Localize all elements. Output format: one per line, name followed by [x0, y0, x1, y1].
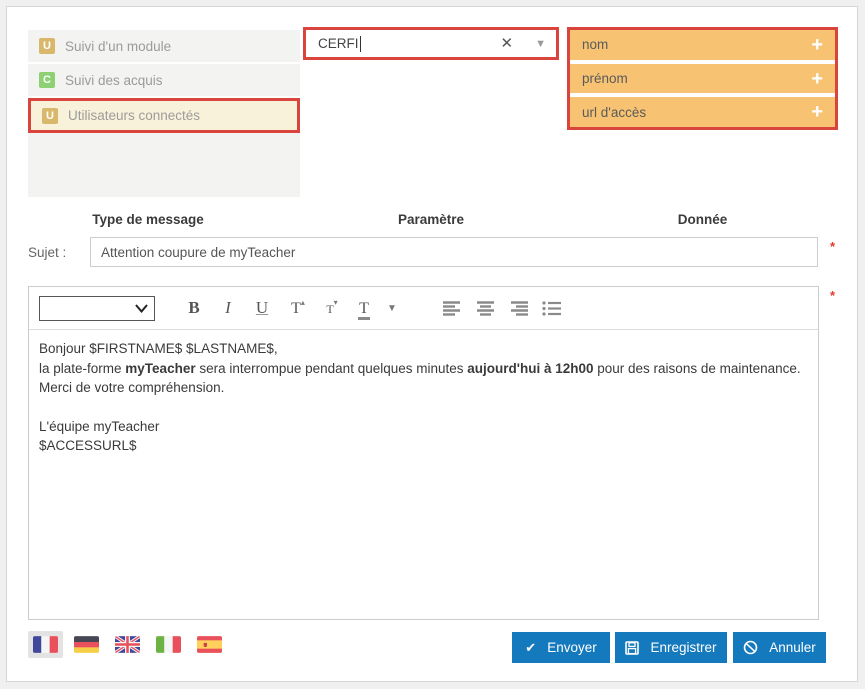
data-field-url-acces[interactable]: url d'accès + — [570, 97, 835, 127]
language-selector — [28, 631, 233, 658]
message-editor: B I U T▴ T▾ T ▼ Bonjour $FIRSTNAME$ $LAS — [28, 286, 819, 620]
bullet-list-icon[interactable] — [542, 301, 561, 316]
font-select[interactable] — [39, 296, 155, 321]
type-item-label: Suivi des acquis — [65, 73, 163, 88]
message-line: la plate-forme myTeacher sera interrompu… — [39, 359, 808, 379]
cancel-icon — [743, 640, 758, 655]
data-field-label: url d'accès — [582, 105, 646, 120]
message-line: Merci de votre compréhension. — [39, 378, 808, 398]
clear-icon[interactable]: ✕ — [501, 36, 514, 51]
message-type-list: U Suivi d'un module C Suivi des acquis U… — [28, 30, 300, 197]
text-color-dropdown-icon[interactable]: ▼ — [387, 303, 397, 314]
acquis-badge-icon: C — [39, 72, 55, 88]
language-french[interactable] — [28, 631, 63, 658]
subject-input[interactable] — [90, 237, 818, 267]
bold-button[interactable]: B — [181, 298, 207, 318]
german-flag-icon — [74, 636, 99, 653]
subscript-mark-icon: ▾ — [334, 298, 338, 307]
add-icon[interactable]: + — [811, 69, 823, 89]
language-spanish[interactable] — [192, 631, 227, 658]
text-caret — [360, 36, 361, 52]
french-flag-icon — [33, 636, 58, 653]
column-header-parameter: Paramètre — [303, 212, 559, 227]
spanish-flag-icon — [197, 636, 222, 653]
chevron-down-icon — [135, 304, 148, 313]
align-right-icon[interactable] — [509, 301, 528, 316]
send-button[interactable]: ✔ Envoyer — [512, 632, 610, 663]
check-icon: ✔ — [525, 640, 536, 656]
users-badge-icon: U — [42, 108, 58, 124]
editor-toolbar: B I U T▴ T▾ T ▼ — [29, 287, 818, 330]
superscript-button[interactable]: T▴ — [283, 298, 309, 318]
message-editor-screen: U Suivi d'un module C Suivi des acquis U… — [0, 0, 865, 689]
align-center-icon[interactable] — [476, 301, 495, 316]
message-line: Bonjour $FIRSTNAME$ $LASTNAME$, — [39, 339, 808, 359]
language-italian[interactable] — [151, 631, 186, 658]
data-field-label: nom — [582, 37, 608, 52]
cancel-button[interactable]: Annuler — [733, 632, 826, 663]
column-header-type: Type de message — [28, 212, 268, 227]
cancel-button-label: Annuler — [769, 640, 816, 655]
underline-button[interactable]: U — [249, 298, 275, 318]
type-item-label: Suivi d'un module — [65, 39, 171, 54]
italic-button[interactable]: I — [215, 298, 241, 318]
language-english[interactable] — [110, 631, 145, 658]
column-header-data: Donnée — [567, 212, 838, 227]
text-color-button[interactable]: T — [351, 298, 377, 318]
module-badge-icon: U — [39, 38, 55, 54]
save-button-label: Enregistrer — [650, 640, 716, 655]
combobox-value[interactable]: CERFI — [318, 36, 359, 51]
save-button[interactable]: Enregistrer — [615, 632, 727, 663]
message-line: L'équipe myTeacher — [39, 417, 808, 437]
send-button-label: Envoyer — [547, 640, 597, 655]
italian-flag-icon — [156, 636, 181, 653]
type-item-label: Utilisateurs connectés — [68, 108, 200, 123]
chevron-down-icon[interactable]: ▼ — [535, 38, 546, 50]
message-blank-line — [39, 398, 808, 417]
british-flag-icon — [115, 636, 140, 653]
message-body[interactable]: Bonjour $FIRSTNAME$ $LASTNAME$, la plate… — [29, 330, 818, 465]
subject-label: Sujet : — [28, 245, 66, 260]
superscript-mark-icon: ▴ — [301, 298, 305, 307]
required-asterisk: * — [830, 239, 835, 254]
message-line: $ACCESSURL$ — [39, 436, 808, 456]
type-item-suivi-module[interactable]: U Suivi d'un module — [28, 30, 300, 64]
data-field-list: nom + prénom + url d'accès + — [567, 27, 838, 130]
align-left-icon[interactable] — [443, 301, 462, 316]
add-icon[interactable]: + — [811, 35, 823, 55]
type-item-suivi-acquis[interactable]: C Suivi des acquis — [28, 64, 300, 98]
data-field-prenom[interactable]: prénom + — [570, 64, 835, 94]
required-asterisk: * — [830, 288, 835, 303]
language-german[interactable] — [69, 631, 104, 658]
parameter-combobox[interactable]: CERFI ✕ ▼ — [303, 27, 559, 60]
data-field-nom[interactable]: nom + — [570, 30, 835, 60]
add-icon[interactable]: + — [811, 102, 823, 122]
save-icon — [625, 641, 639, 655]
type-item-utilisateurs-connectes[interactable]: U Utilisateurs connectés — [28, 98, 300, 133]
subscript-button[interactable]: T▾ — [317, 298, 343, 318]
data-field-label: prénom — [582, 71, 628, 86]
